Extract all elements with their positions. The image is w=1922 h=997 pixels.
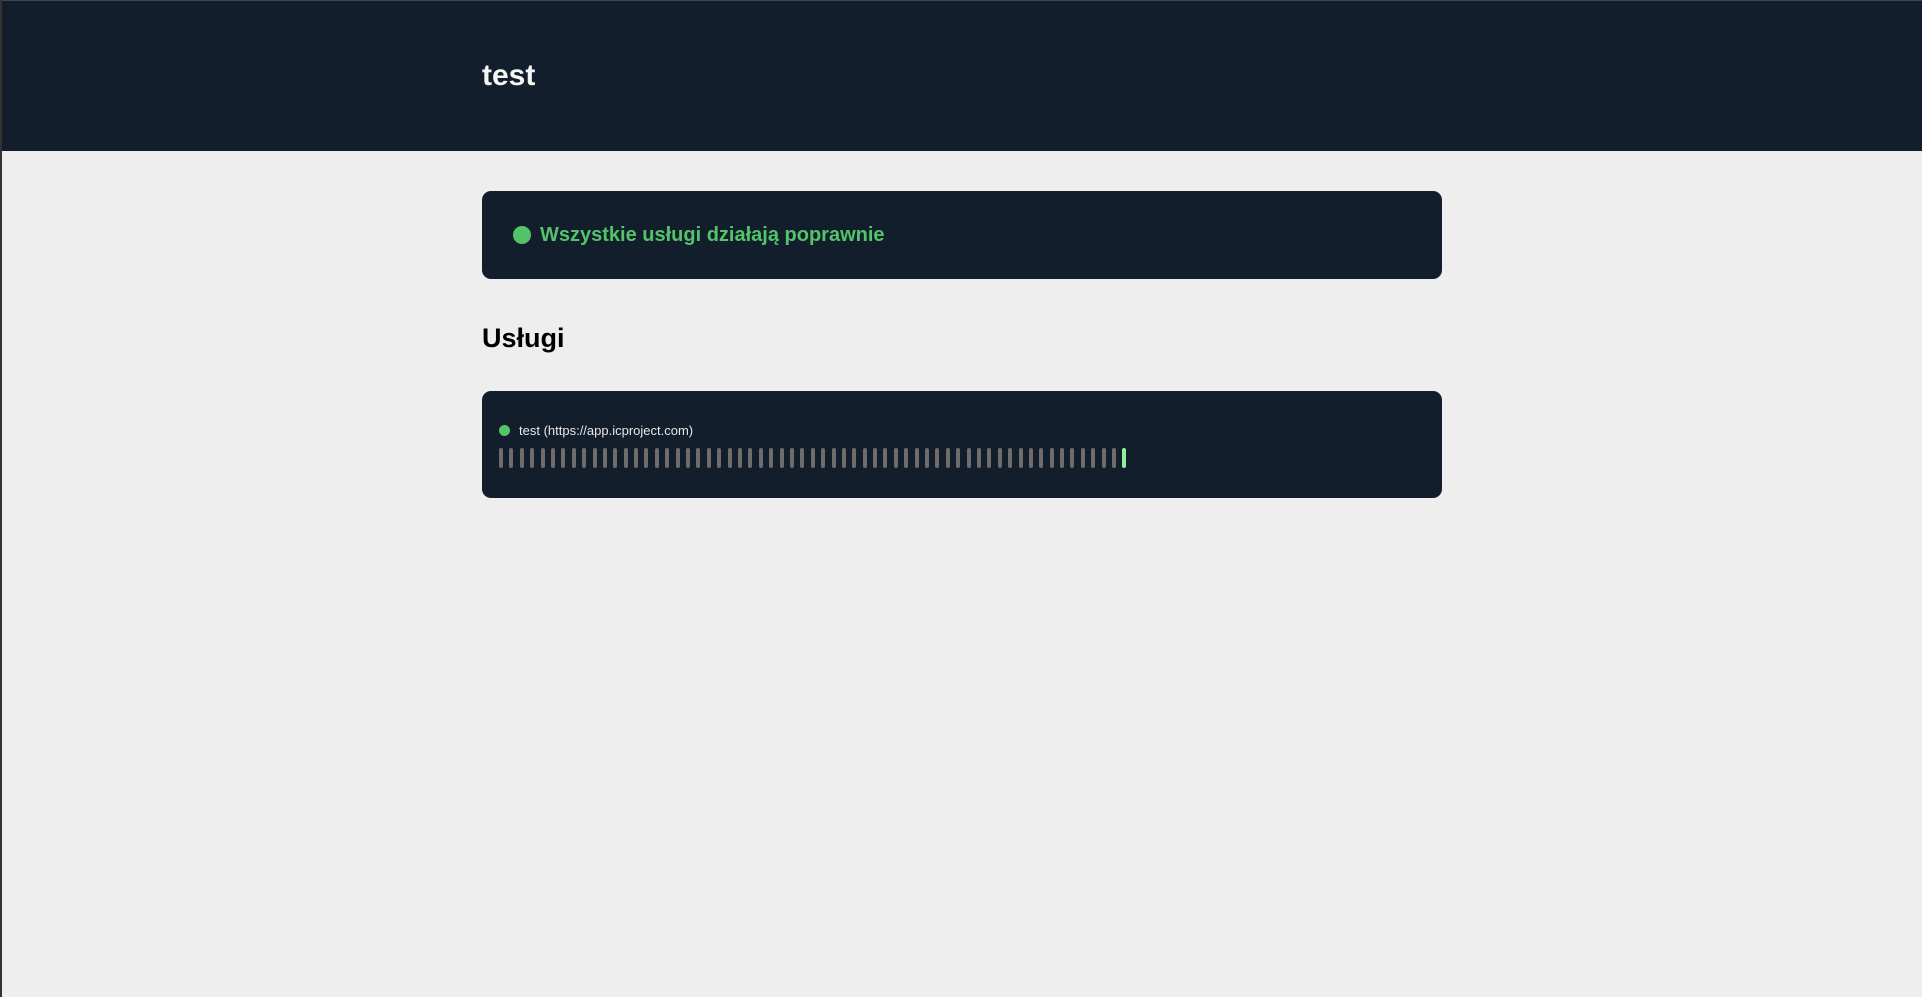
uptime-bar[interactable] (789, 448, 794, 468)
uptime-bar[interactable] (675, 448, 680, 468)
uptime-bar[interactable] (769, 448, 774, 468)
page-title: test (482, 59, 536, 92)
uptime-bar[interactable] (592, 448, 597, 468)
uptime-bar[interactable] (862, 448, 867, 468)
uptime-bar[interactable] (613, 448, 618, 468)
uptime-bar[interactable] (810, 448, 815, 468)
uptime-bar[interactable] (821, 448, 826, 468)
uptime-bar[interactable] (904, 448, 909, 468)
overall-status-banner: Wszystkie usługi działają poprawnie (482, 191, 1442, 279)
main: Wszystkie usługi działają poprawnie Usłu… (482, 191, 1442, 498)
uptime-bar[interactable] (540, 448, 545, 468)
uptime-bar[interactable] (873, 448, 878, 468)
uptime-bar[interactable] (665, 448, 670, 468)
uptime-bar[interactable] (748, 448, 753, 468)
uptime-bar[interactable] (966, 448, 971, 468)
uptime-bar[interactable] (914, 448, 919, 468)
uptime-bar[interactable] (706, 448, 711, 468)
uptime-bar[interactable] (644, 448, 649, 468)
uptime-bar[interactable] (737, 448, 742, 468)
uptime-bar[interactable] (1008, 448, 1013, 468)
service-name: test (https://app.icproject.com) (519, 423, 694, 438)
uptime-bar[interactable] (602, 448, 607, 468)
uptime-bar[interactable] (987, 448, 992, 468)
uptime-bar[interactable] (499, 448, 503, 468)
uptime-bar[interactable] (582, 448, 587, 468)
uptime-bar[interactable] (831, 448, 836, 468)
uptime-bar[interactable] (883, 448, 888, 468)
header: test (2, 0, 1922, 151)
uptime-bar[interactable] (1091, 448, 1096, 468)
uptime-bar[interactable] (893, 448, 898, 468)
uptime-bar[interactable] (956, 448, 961, 468)
uptime-bar[interactable] (717, 448, 722, 468)
uptime-bar[interactable] (519, 448, 524, 468)
uptime-bar[interactable] (1018, 448, 1023, 468)
uptime-bar[interactable] (1101, 448, 1106, 468)
uptime-bar[interactable] (1028, 448, 1033, 468)
uptime-bar[interactable] (550, 448, 555, 468)
uptime-bar[interactable] (800, 448, 805, 468)
uptime-bar[interactable] (1060, 448, 1065, 468)
service-card: test (https://app.icproject.com) (482, 391, 1442, 498)
uptime-bar[interactable] (696, 448, 701, 468)
uptime-bar[interactable] (935, 448, 940, 468)
uptime-bar[interactable] (779, 448, 784, 468)
uptime-bar[interactable] (841, 448, 846, 468)
uptime-bar[interactable] (509, 448, 514, 468)
uptime-bar[interactable] (654, 448, 659, 468)
uptime-bar[interactable] (686, 448, 691, 468)
service-status-dot-icon (499, 425, 510, 436)
status-dot-icon (513, 226, 531, 244)
services-heading: Usługi (482, 323, 565, 353)
uptime-bar[interactable] (852, 448, 857, 468)
uptime-bar[interactable] (1039, 448, 1044, 468)
uptime-bar[interactable] (561, 448, 566, 468)
uptime-bar[interactable] (945, 448, 950, 468)
overall-status-text: Wszystkie usługi działają poprawnie (540, 223, 885, 246)
uptime-bar[interactable] (1112, 448, 1117, 468)
uptime-bar[interactable] (1080, 448, 1085, 468)
uptime-bar[interactable] (976, 448, 981, 468)
uptime-bar[interactable] (925, 448, 930, 468)
uptime-bar[interactable] (623, 448, 628, 468)
uptime-bar[interactable] (1070, 448, 1075, 468)
uptime-bar[interactable] (634, 448, 639, 468)
uptime-history (499, 448, 1442, 468)
uptime-bar[interactable] (1049, 448, 1054, 468)
uptime-bar[interactable] (758, 448, 763, 468)
uptime-bar[interactable] (530, 448, 535, 468)
uptime-bar[interactable] (727, 448, 732, 468)
uptime-bar[interactable] (571, 448, 576, 468)
uptime-bar[interactable] (1122, 448, 1127, 468)
uptime-bar[interactable] (997, 448, 1002, 468)
